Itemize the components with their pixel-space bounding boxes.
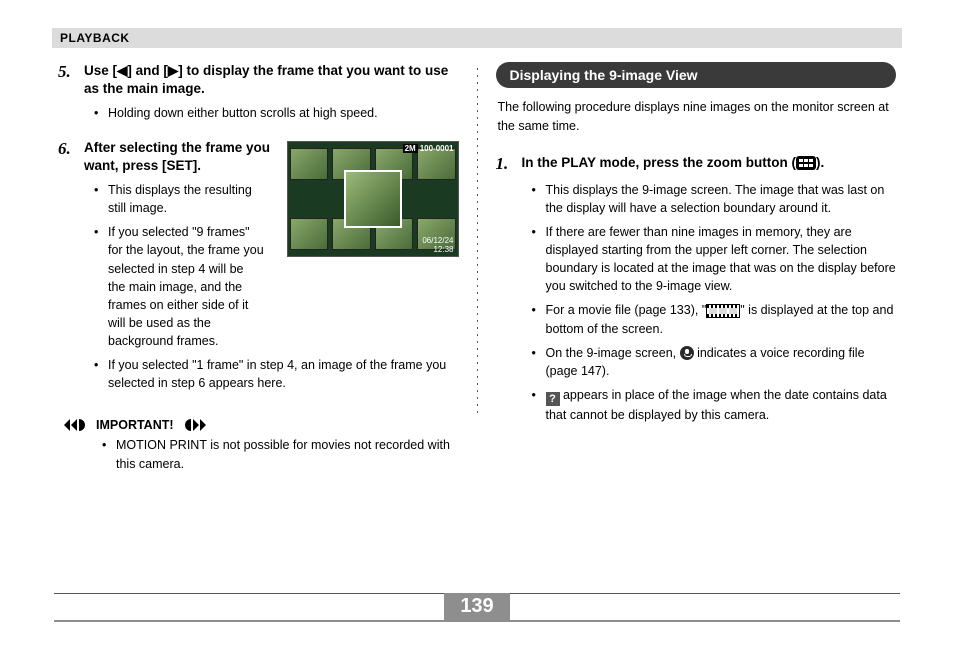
zoom-out-grid-icon [796,156,816,175]
unknown-file-icon: ? [546,392,560,406]
bullet: This displays the 9-image screen. The im… [532,181,897,217]
bullet: This displays the resulting still image. [94,181,264,217]
bullet: Holding down either button scrolls at hi… [94,104,459,122]
motion-print-preview: 2M100-0001 06/12/2412:38 [287,141,459,257]
bullet: If there are fewer than nine images in m… [532,223,897,296]
step-6: 6. After selecting the frame you want, p… [58,139,277,175]
preview-time: 12:38 [433,245,453,254]
section-label: PLAYBACK [52,31,130,45]
important-bullets: MOTION PRINT is not possible for movies … [58,436,459,472]
bullet: ? appears in place of the image when the… [532,386,897,424]
important-label: IMPORTANT! [96,418,174,432]
step-5-bullets: Holding down either button scrolls at hi… [58,104,459,122]
step-number: 1. [496,154,522,175]
bullet: For a movie file (page 133), "" is displ… [532,301,897,337]
bullet: If you selected "1 frame" in step 4, an … [94,356,459,392]
two-column-layout: 5. Use [◀] and [▶] to display the frame … [40,62,914,477]
bullet: On the 9-image screen, indicates a voice… [532,344,897,380]
preview-date: 06/12/24 [422,236,453,245]
step-heading: In the PLAY mode, press the zoom button … [522,154,825,175]
important-deco-left-icon [180,419,206,431]
manual-page: PLAYBACK 5. Use [◀] and [▶] to display t… [0,0,954,646]
microphone-icon [680,346,694,360]
filmstrip-icon [706,304,740,318]
page-header: PLAYBACK [52,28,902,48]
important-block: IMPORTANT! MOTION PRINT is not possible … [58,418,459,472]
step-number: 5. [58,62,84,98]
section-title-pill: Displaying the 9-image View [496,62,897,88]
important-deco-right-icon [64,419,90,431]
page-footer: 139 [40,593,914,622]
bullet: MOTION PRINT is not possible for movies … [102,436,459,472]
step-heading: After selecting the frame you want, pres… [84,139,274,175]
right-column: Displaying the 9-image View The followin… [478,62,915,477]
file-number: 100-0001 [420,144,454,153]
bullet: If you selected "9 frames" for the layou… [94,223,264,350]
step-5: 5. Use [◀] and [▶] to display the frame … [58,62,459,98]
page-number: 139 [444,593,510,620]
left-column: 5. Use [◀] and [▶] to display the frame … [40,62,477,477]
section-intro: The following procedure displays nine im… [496,98,897,136]
size-badge: 2M [403,144,418,153]
step-1: 1. In the PLAY mode, press the zoom butt… [496,154,897,175]
step-heading: Use [◀] and [▶] to display the frame tha… [84,62,459,98]
step-1-bullets: This displays the 9-image screen. The im… [496,181,897,424]
step-number: 6. [58,139,84,175]
